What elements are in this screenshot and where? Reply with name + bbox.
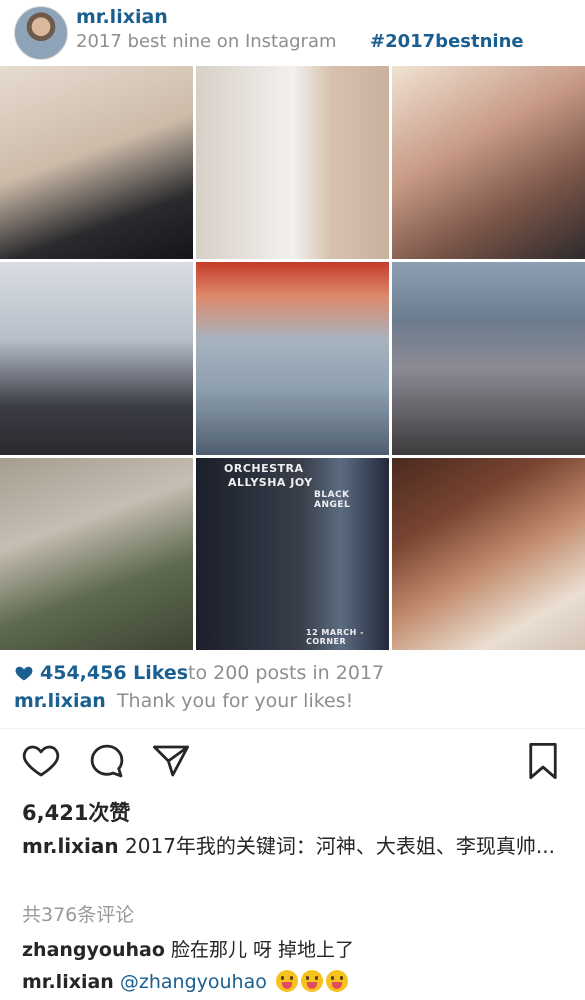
grid-photo-3[interactable] (392, 66, 585, 259)
instagram-post-card: mr.lixian 2017 best nine on Instagram #2… (0, 0, 585, 1000)
send-icon (152, 745, 190, 777)
tongue-emoji-icon (325, 970, 348, 992)
divider (0, 728, 585, 729)
best-nine-header: mr.lixian 2017 best nine on Instagram #2… (0, 0, 585, 62)
comment-mention[interactable]: @zhangyouhao (120, 971, 267, 993)
poster-line-date: 12 MARCH - CORNER (306, 628, 364, 646)
thanks-username[interactable]: mr.lixian (14, 690, 106, 712)
save-button[interactable] (522, 740, 564, 782)
poster-line-black-angel: BLACK ANGEL (314, 490, 351, 510)
share-button[interactable] (150, 740, 192, 782)
comment-icon (90, 744, 124, 778)
view-all-comments-link[interactable]: 共376条评论 (22, 900, 134, 927)
grid-photo-6[interactable] (392, 262, 585, 455)
likes-suffix: to 200 posts in 2017 (188, 662, 385, 684)
caption: mr.lixian 2017年我的关键词：河神、大表姐、李现真帅... (22, 830, 567, 862)
comment-row: zhangyouhao 脸在那儿 呀 掉地上了 (22, 935, 354, 962)
thanks-row: mr.lixian Thank you for your likes! (14, 690, 353, 716)
grid-photo-2[interactable] (196, 66, 389, 259)
grid-photo-5[interactable] (196, 262, 389, 455)
tongue-emoji-icon (300, 970, 323, 992)
bookmark-icon (529, 742, 557, 780)
heart-icon (22, 745, 60, 777)
grid-photo-9[interactable] (392, 458, 585, 650)
header-username[interactable]: mr.lixian (76, 6, 168, 28)
comment-username[interactable]: mr.lixian (22, 971, 114, 993)
like-button[interactable] (20, 740, 62, 782)
best-nine-grid: ORCHESTRA ALLYSHA JOY BLACK ANGEL 12 MAR… (0, 66, 585, 650)
grid-photo-4[interactable] (0, 262, 193, 455)
caption-text: 2017年我的关键词：河神、大表姐、李现真帅... (125, 834, 555, 858)
header-subtitle: 2017 best nine on Instagram (76, 31, 337, 52)
likes-count: 454,456 Likes (40, 662, 189, 684)
thanks-text: Thank you for your likes! (116, 690, 354, 712)
comment-text: 脸在那儿 呀 掉地上了 (170, 939, 355, 961)
poster-line-orchestra: ORCHESTRA (224, 462, 304, 475)
action-bar (0, 738, 585, 786)
grid-photo-7[interactable] (0, 458, 193, 650)
comment-username[interactable]: zhangyouhao (22, 939, 165, 961)
comment-button[interactable] (86, 740, 128, 782)
header-hashtag[interactable]: #2017bestnine (370, 31, 524, 52)
poster-line-allysha: ALLYSHA JOY (228, 476, 313, 489)
avatar[interactable] (14, 6, 68, 60)
caption-username[interactable]: mr.lixian (22, 834, 119, 858)
grid-photo-1[interactable] (0, 66, 193, 259)
tongue-emoji-icon (275, 970, 298, 992)
comment-row: mr.lixian @zhangyouhao (22, 970, 348, 993)
grid-photo-8[interactable]: ORCHESTRA ALLYSHA JOY BLACK ANGEL 12 MAR… (196, 458, 389, 650)
like-total[interactable]: 6,421次赞 (22, 797, 130, 827)
heart-filled-icon (15, 666, 33, 681)
